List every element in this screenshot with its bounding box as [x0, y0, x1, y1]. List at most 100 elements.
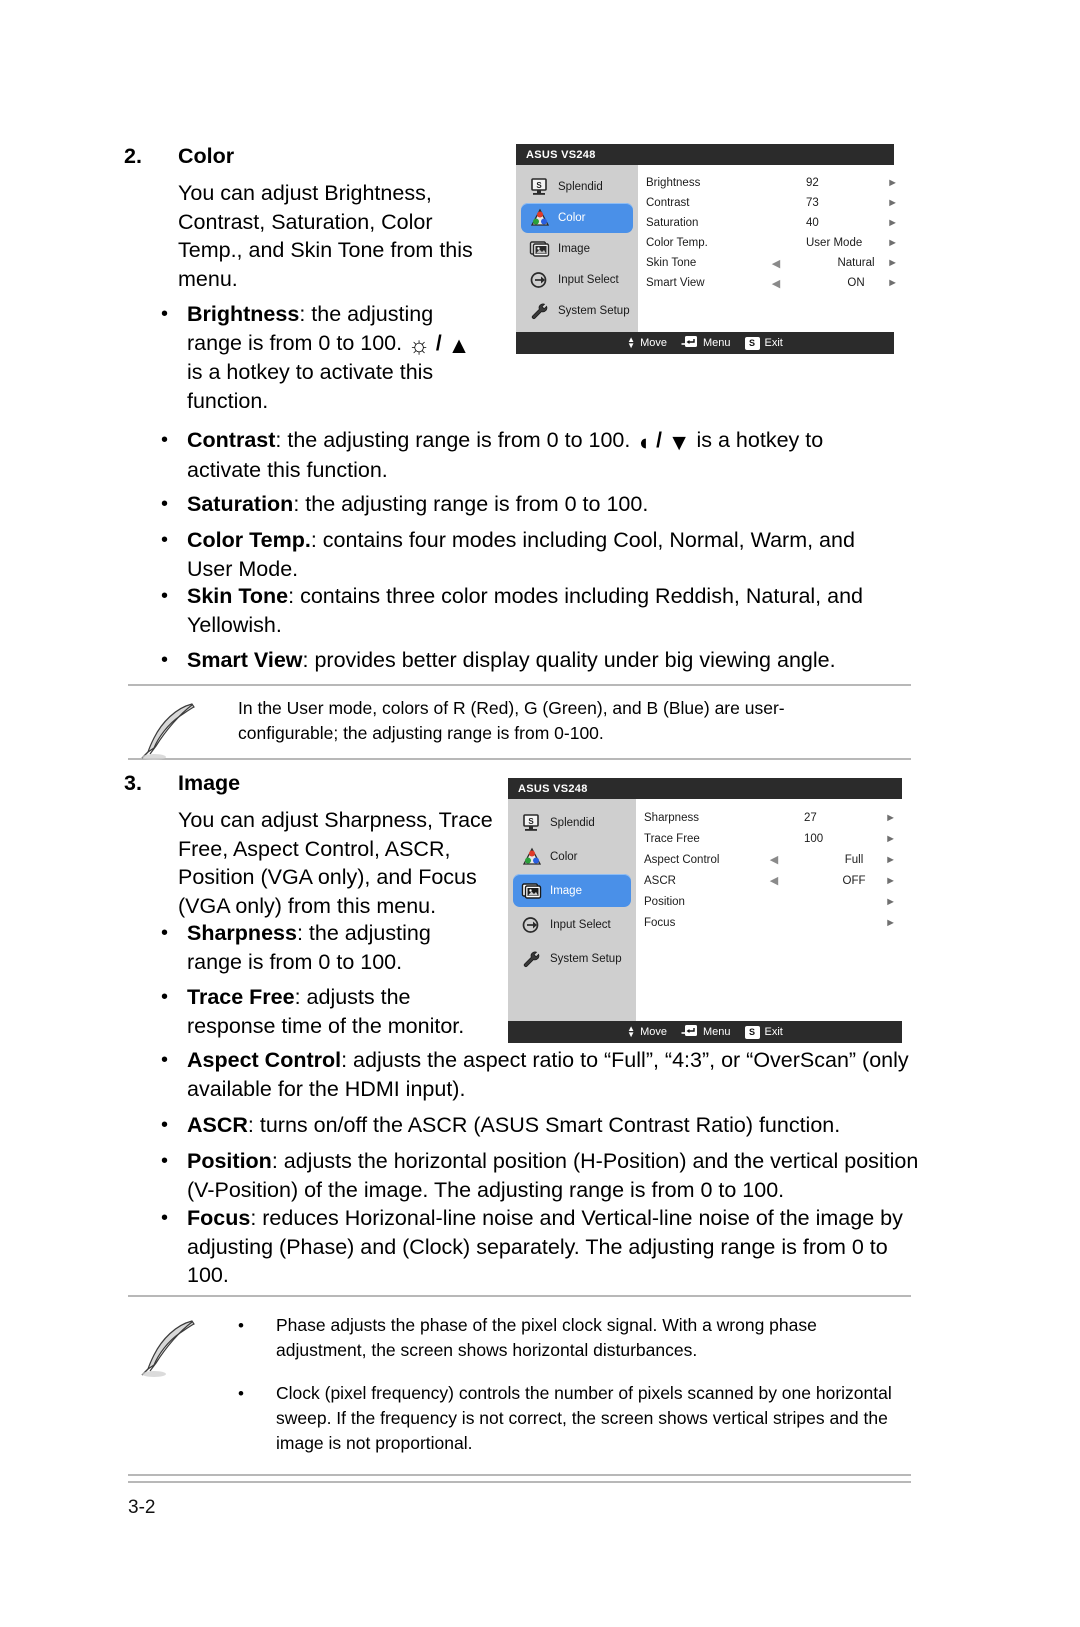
osd-right-arrow-icon[interactable]: ► [885, 854, 896, 866]
bullet-dot-icon: • [161, 429, 169, 451]
osd-right-arrow-icon[interactable]: ► [885, 917, 896, 929]
osd-right-arrow-icon[interactable]: ► [887, 177, 898, 189]
osd-menu-image[interactable]: ASUS VS248 S Splendid Color Image Input … [508, 778, 902, 1043]
osd-row-aspect-control[interactable]: Aspect Control ◀ Full ► [636, 849, 904, 870]
osd-row-label: Contrast [646, 197, 690, 209]
osd-row-brightness[interactable]: Brightness 92 ► [638, 173, 906, 193]
osd-footer-menu[interactable]: Menu [681, 335, 731, 351]
up-down-arrows-icon: ▲ ▼ [627, 1024, 636, 1039]
down-arrow-icon: ▼ [667, 429, 691, 455]
osd-row-sharpness[interactable]: Sharpness 27 ► [636, 807, 904, 828]
note-bullet-row: • Clock (pixel frequency) controls the n… [238, 1381, 903, 1456]
osd-sidebar-item-input-select[interactable]: Input Select [513, 908, 631, 941]
page-number: 3-2 [128, 1497, 156, 1518]
section-2-number: 2. [124, 144, 142, 168]
note-feather-icon [128, 696, 238, 760]
bullet-smart-view: • Smart View: provides better display qu… [155, 646, 915, 675]
bullet-text-before: : the adjusting range is from 0 to 100. [275, 428, 637, 452]
bullet-term: Smart View [187, 648, 303, 672]
osd-footer-move-label: Move [640, 337, 667, 349]
bullet-brightness: • Brightness: the adjusting range is fro… [155, 300, 505, 415]
osd-settings-panel: Sharpness 27 ► Trace Free 100 ► Aspect C… [636, 799, 904, 1021]
osd-right-arrow-icon[interactable]: ► [885, 812, 896, 824]
bullet-term: Saturation [187, 492, 294, 516]
osd-row-position[interactable]: Position ► [636, 891, 904, 912]
osd-row-ascr[interactable]: ASCR ◀ OFF ► [636, 870, 904, 891]
bullet-saturation: • Saturation: the adjusting range is fro… [155, 490, 915, 519]
osd-sidebar-item-color[interactable]: Color [513, 840, 631, 873]
osd-right-arrow-icon[interactable]: ► [885, 875, 896, 887]
osd-footer-move[interactable]: ▲ ▼ Move [627, 1024, 667, 1039]
osd-left-arrow-icon[interactable]: ◀ [744, 853, 804, 866]
osd-sidebar-item-system-setup[interactable]: System Setup [513, 942, 631, 975]
color-icon [529, 208, 551, 228]
osd-right-arrow-icon[interactable]: ► [887, 257, 898, 269]
osd-row-focus[interactable]: Focus ► [636, 912, 904, 933]
osd-row-smart-view[interactable]: Smart View ◀ ON ► [638, 273, 906, 293]
osd-footer-menu[interactable]: Menu [681, 1024, 731, 1040]
bullet-dot-icon: • [238, 1384, 244, 1403]
note-feather-icon [128, 1313, 238, 1456]
osd-left-arrow-icon[interactable]: ◀ [746, 277, 806, 290]
osd-title-bar: ASUS VS248 [516, 144, 894, 165]
bullet-focus: • Focus: reduces Horizonal-line noise an… [155, 1204, 935, 1290]
contrast-half-circle-icon: ◖ [636, 429, 651, 455]
osd-row-trace-free[interactable]: Trace Free 100 ► [636, 828, 904, 849]
osd-sidebar-label: Input Select [550, 918, 611, 931]
section-2-title: Color [178, 144, 235, 168]
osd-right-arrow-icon[interactable]: ► [887, 217, 898, 229]
osd-sidebar-item-splendid[interactable]: S Splendid [521, 172, 633, 202]
osd-left-arrow-icon[interactable]: ◀ [746, 257, 806, 270]
color-icon [521, 847, 543, 867]
osd-footer-exit[interactable]: S Exit [744, 336, 783, 350]
bullet-dot-icon: • [161, 1049, 169, 1071]
osd-sidebar-item-splendid[interactable]: S Splendid [513, 806, 631, 839]
osd-footer-move[interactable]: ▲ ▼ Move [627, 335, 667, 350]
bullet-dot-icon: • [161, 585, 169, 607]
osd-right-arrow-icon[interactable]: ► [887, 197, 898, 209]
osd-right-arrow-icon[interactable]: ► [885, 833, 896, 845]
osd-row-contrast[interactable]: Contrast 73 ► [638, 193, 906, 213]
bullet-term: Trace Free [187, 985, 295, 1009]
s-key-icon: S [744, 1025, 760, 1039]
osd-footer-exit[interactable]: S Exit [744, 1025, 783, 1039]
osd-footer-exit-label: Exit [764, 337, 783, 349]
osd-sidebar-item-image[interactable]: Image [521, 234, 633, 264]
bullet-term: ASCR [187, 1113, 248, 1137]
bullet-text: : contains three color modes including R… [187, 584, 863, 637]
osd-sidebar[interactable]: S Splendid Color Image Input Select Syst… [508, 799, 636, 1021]
osd-sidebar-item-input-select[interactable]: Input Select [521, 265, 633, 295]
osd-sidebar[interactable]: S Splendid Color Image Input Select Syst… [516, 165, 638, 332]
note-bullet-text: Phase adjusts the phase of the pixel clo… [276, 1315, 817, 1360]
osd-sidebar-label: Splendid [550, 816, 595, 829]
section-3-intro: You can adjust Sharpness, Trace Free, As… [178, 808, 493, 918]
osd-sidebar-label: Color [550, 850, 578, 863]
osd-row-label: Brightness [646, 177, 701, 189]
osd-footer-menu-label: Menu [702, 337, 731, 349]
osd-row-saturation[interactable]: Saturation 40 ► [638, 213, 906, 233]
bullet-term: Skin Tone [187, 584, 289, 608]
osd-sidebar-item-color[interactable]: Color [521, 203, 633, 233]
up-down-arrows-icon: ▲ ▼ [627, 335, 636, 350]
osd-sidebar-label: Image [558, 243, 590, 255]
bullet-term: Color Temp. [187, 528, 311, 552]
osd-sidebar-item-system-setup[interactable]: System Setup [521, 296, 633, 326]
osd-sidebar-label: Image [550, 884, 582, 897]
osd-row-skin-tone[interactable]: Skin Tone ◀ Natural ► [638, 253, 906, 273]
osd-footer-menu-label: Menu [702, 1026, 731, 1038]
osd-sidebar-item-image[interactable]: Image [513, 874, 631, 907]
osd-right-arrow-icon[interactable]: ► [887, 277, 898, 289]
note-bullet-row: • Phase adjusts the phase of the pixel c… [238, 1313, 903, 1363]
bullet-term: Focus [187, 1206, 251, 1230]
svg-text:S: S [536, 181, 542, 190]
osd-row-color-temp[interactable]: Color Temp. User Mode ► [638, 233, 906, 253]
bullet-text: : turns on/off the ASCR (ASUS Smart Cont… [247, 1113, 841, 1137]
osd-left-arrow-icon[interactable]: ◀ [744, 874, 804, 887]
bullet-dot-icon: • [161, 303, 169, 325]
osd-right-arrow-icon[interactable]: ► [885, 896, 896, 908]
bullet-dot-icon: • [161, 1114, 169, 1136]
osd-row-label: Saturation [646, 217, 699, 229]
osd-menu-color[interactable]: ASUS VS248 S Splendid Color Image Input … [516, 144, 898, 354]
osd-sidebar-label: Color [558, 212, 586, 224]
osd-right-arrow-icon[interactable]: ► [887, 237, 898, 249]
